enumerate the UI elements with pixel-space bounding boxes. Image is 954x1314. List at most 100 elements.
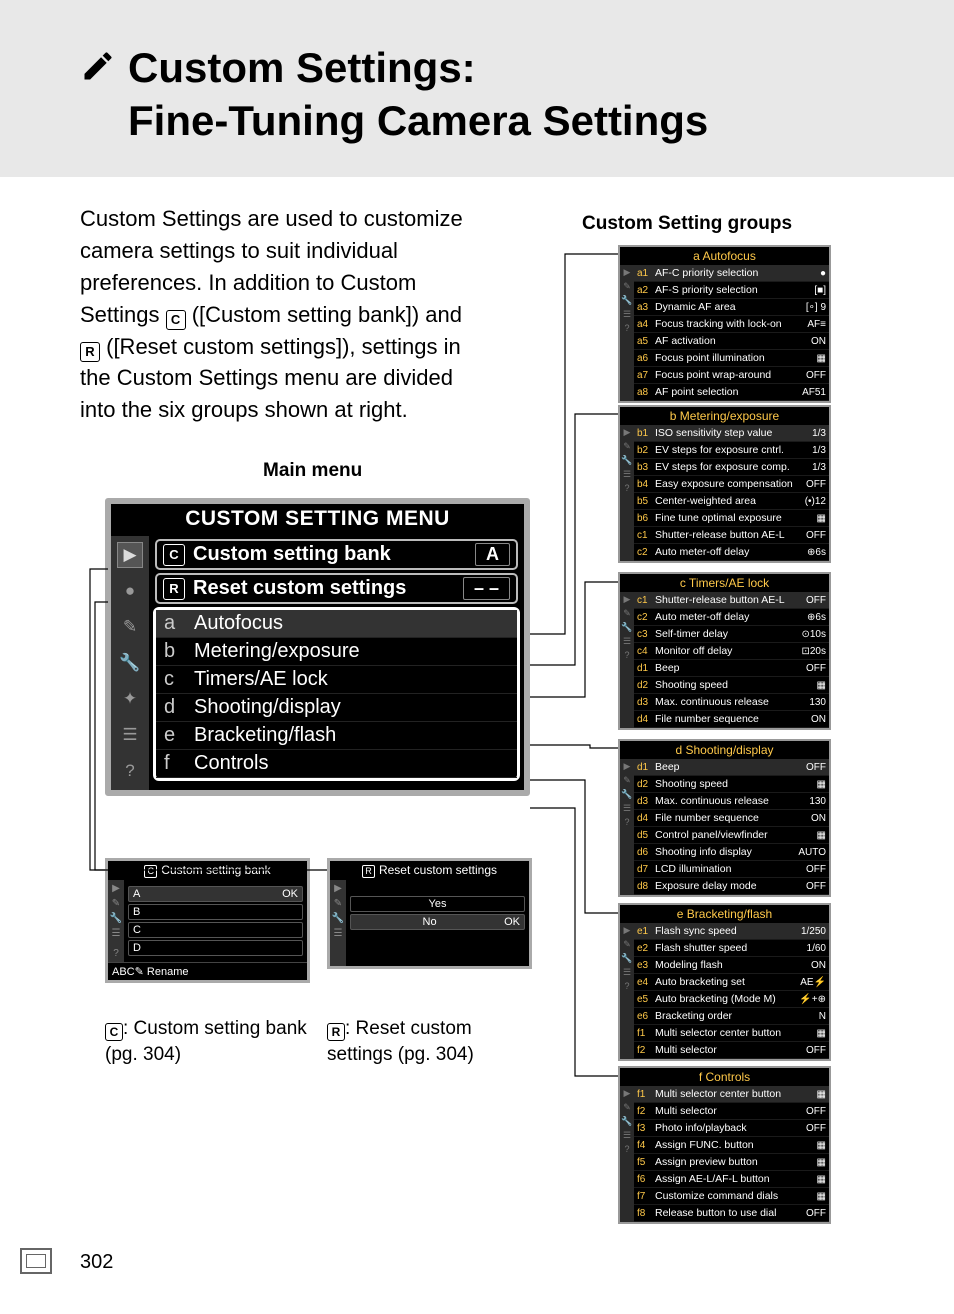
setting-row[interactable]: b6 Fine tune optimal exposure ▦ [634,510,829,527]
group-panel-title: c Timers/AE lock [620,574,829,592]
setting-row[interactable]: a1 AF-C priority selection ● [634,265,829,282]
setting-row[interactable]: d7 LCD illumination OFF [634,861,829,878]
setting-row[interactable]: f4 Assign FUNC. button ▦ [634,1137,829,1154]
group-panel: e Bracketing/flash ▶✎🔧☰? e1 Flash sync s… [618,903,831,1061]
help-icon: ? [117,758,143,784]
setting-row[interactable]: b4 Easy exposure compensation OFF [634,476,829,493]
panel-side-icons: ▶✎🔧☰? [620,759,634,895]
sub-bank-title: CCustom setting bank [108,861,307,880]
menu-group-a[interactable]: aAutofocus [156,610,517,638]
setting-row[interactable]: c1 Shutter-release button AE-L OFF [634,592,829,609]
group-panel: d Shooting/display ▶✎🔧☰? d1 Beep OFF d2 … [618,739,831,897]
camera-icon: ● [117,578,143,604]
setting-row[interactable]: a6 Focus point illumination ▦ [634,350,829,367]
setting-row[interactable]: d1 Beep OFF [634,759,829,776]
main-menu-list: C Custom setting bank A R Reset custom s… [149,536,524,790]
setting-row[interactable]: f3 Photo info/playback OFF [634,1120,829,1137]
retouch-icon: ✦ [117,686,143,712]
panel-side-icons: ▶✎🔧☰? [620,425,634,561]
setting-row[interactable]: d2 Shooting speed ▦ [634,677,829,694]
reset-option[interactable]: Yes [350,896,525,912]
custom-setting-bank-row[interactable]: C Custom setting bank A [155,539,518,570]
main-menu-sidebar: ▶ ● ✎ 🔧 ✦ ☰ ? [111,536,149,790]
play-icon: ▶ [117,542,143,568]
c-icon: C [166,310,186,330]
setting-row[interactable]: f8 Release button to use dial OFF [634,1205,829,1222]
setting-row[interactable]: b3 EV steps for exposure comp. 1/3 [634,459,829,476]
setting-row[interactable]: a8 AF point selection AF51 [634,384,829,401]
reset-value: – – [463,577,510,600]
sub-side-icons: ▶✎🔧☰ [330,880,346,966]
panel-side-icons: ▶✎🔧☰? [620,923,634,1059]
sub-bank-bottom: ABC✎ Rename [108,962,307,980]
bank-option[interactable]: B [128,904,303,920]
setting-row[interactable]: d5 Control panel/viewfinder ▦ [634,827,829,844]
menu-group-c[interactable]: cTimers/AE lock [156,666,517,694]
setting-row[interactable]: c2 Auto meter-off delay ⊕6s [634,609,829,626]
menu-group-e[interactable]: eBracketing/flash [156,722,517,750]
reset-option[interactable]: NoOK [350,914,525,930]
setting-row[interactable]: d4 File number sequence ON [634,810,829,827]
panel-side-icons: ▶✎🔧☰? [620,1086,634,1222]
r-icon: R [80,342,100,362]
setting-row[interactable]: f6 Assign AE-L/AF-L button ▦ [634,1171,829,1188]
r-icon: R [163,578,185,600]
setting-row[interactable]: d6 Shooting info display AUTO [634,844,829,861]
setting-row[interactable]: a2 AF-S priority selection [■] [634,282,829,299]
menu-group-b[interactable]: bMetering/exposure [156,638,517,666]
setting-row[interactable]: d4 File number sequence ON [634,711,829,728]
setting-row[interactable]: e6 Bracketing order N [634,1008,829,1025]
reset-custom-settings-row[interactable]: R Reset custom settings – – [155,573,518,604]
setting-row[interactable]: e1 Flash sync speed 1/250 [634,923,829,940]
setting-row[interactable]: e5 Auto bracketing (Mode M) ⚡+⊕ [634,991,829,1008]
group-panel-title: e Bracketing/flash [620,905,829,923]
setting-row[interactable]: c4 Monitor off delay ⊡20s [634,643,829,660]
setting-row[interactable]: f5 Assign preview button ▦ [634,1154,829,1171]
c-icon: C [163,544,185,566]
panel-rows: a1 AF-C priority selection ● a2 AF-S pri… [634,265,829,401]
setting-row[interactable]: f1 Multi selector center button ▦ [634,1086,829,1103]
setting-row[interactable]: a3 Dynamic AF area [∘] 9 [634,299,829,316]
mymenu-icon: ☰ [117,722,143,748]
setting-row[interactable]: b5 Center-weighted area (•)12 [634,493,829,510]
setting-row[interactable]: d3 Max. continuous release 130 [634,793,829,810]
setting-row[interactable]: e4 Auto bracketing set AE⚡ [634,974,829,991]
setting-row[interactable]: d2 Shooting speed ▦ [634,776,829,793]
menu-group-d[interactable]: dShooting/display [156,694,517,722]
sub-reset-list: Yes NoOK [346,880,529,966]
setting-row[interactable]: e3 Modeling flash ON [634,957,829,974]
setting-row[interactable]: c3 Self-timer delay ⊙10s [634,626,829,643]
wrench-icon: 🔧 [117,650,143,676]
setting-row[interactable]: c1 Shutter-release button AE-L OFF [634,527,829,544]
page-header: Custom Settings: Fine-Tuning Camera Sett… [0,0,954,177]
menu-group-f[interactable]: fControls [156,750,517,778]
sub-bank-caption: C: Custom setting bank (pg. 304) [105,1016,315,1067]
setting-row[interactable]: a4 Focus tracking with lock-on AF≡ [634,316,829,333]
bank-option[interactable]: AOK [128,886,303,902]
setting-row[interactable]: f2 Multi selector OFF [634,1042,829,1059]
setting-row[interactable]: b1 ISO sensitivity step value 1/3 [634,425,829,442]
setting-row[interactable]: f1 Multi selector center button ▦ [634,1025,829,1042]
setting-row[interactable]: a5 AF activation ON [634,333,829,350]
page-title: Custom Settings: Fine-Tuning Camera Sett… [80,42,914,147]
group-panel: a Autofocus ▶✎🔧☰? a1 AF-C priority selec… [618,245,831,403]
section-thumb-icon [20,1248,52,1274]
setting-row[interactable]: f7 Customize command dials ▦ [634,1188,829,1205]
setting-row[interactable]: f2 Multi selector OFF [634,1103,829,1120]
setting-row[interactable]: c2 Auto meter-off delay ⊕6s [634,544,829,561]
groups-label: Custom Setting groups [582,213,792,235]
setting-row[interactable]: b2 EV steps for exposure cntrl. 1/3 [634,442,829,459]
sub-reset-title: RReset custom settings [330,861,529,880]
setting-row[interactable]: d3 Max. continuous release 130 [634,694,829,711]
setting-row[interactable]: e2 Flash shutter speed 1/60 [634,940,829,957]
bank-option[interactable]: D [128,940,303,956]
reset-label: Reset custom settings [193,577,463,600]
group-panel-title: b Metering/exposure [620,407,829,425]
setting-row[interactable]: d8 Exposure delay mode OFF [634,878,829,895]
bank-option[interactable]: C [128,922,303,938]
pencil-icon: ✎ [117,614,143,640]
setting-row[interactable]: a7 Focus point wrap-around OFF [634,367,829,384]
group-panel-title: d Shooting/display [620,741,829,759]
main-menu-label: Main menu [263,460,362,482]
setting-row[interactable]: d1 Beep OFF [634,660,829,677]
